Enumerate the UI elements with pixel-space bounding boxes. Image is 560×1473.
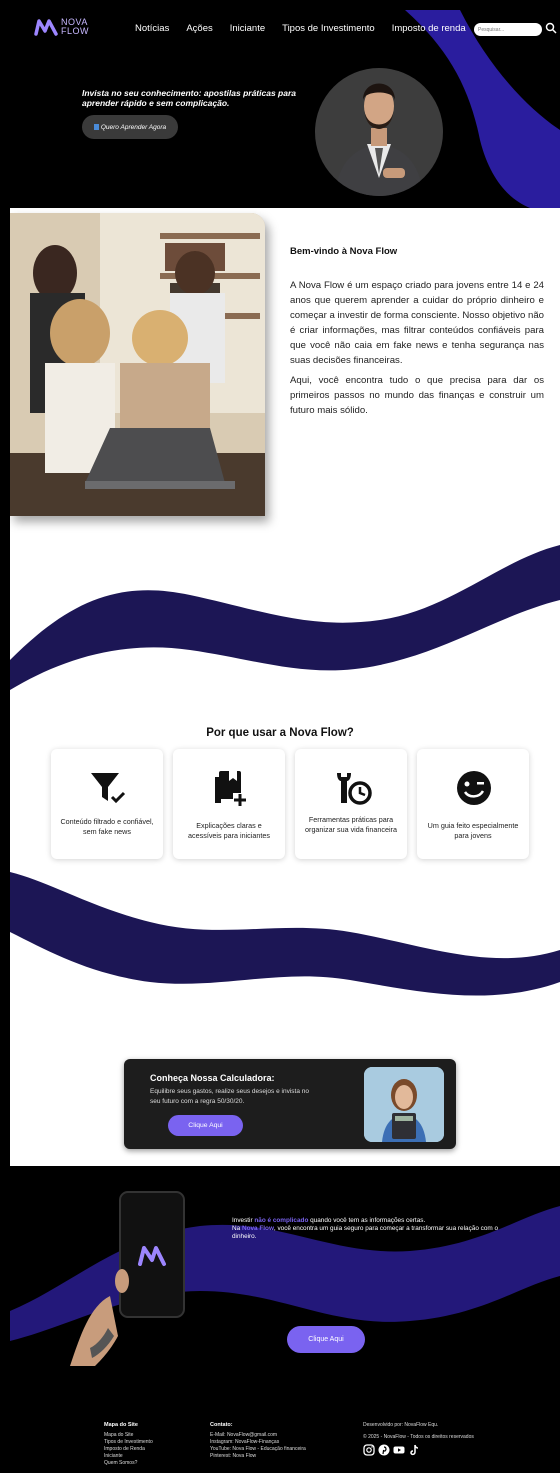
calculator-woman-image: [364, 1067, 444, 1142]
hero-portrait: [315, 68, 443, 196]
feature-card-text: Conteúdo filtrado e confiável, sem fake …: [60, 817, 154, 836]
nav-item-noticias[interactable]: Notícias: [135, 23, 169, 34]
calculator-cta-button[interactable]: Clique Aqui: [168, 1115, 243, 1136]
tiktok-icon[interactable]: [408, 1444, 420, 1456]
search-input[interactable]: [474, 23, 542, 36]
promo-text-part: Investir: [232, 1217, 255, 1224]
tool-clock-icon: [337, 773, 372, 805]
footer-contact-item[interactable]: YouTube: Nova Flow - Educação financeira: [210, 1446, 306, 1453]
feature-card-text: Ferramentas práticas para organizar sua …: [305, 815, 397, 834]
promo-text: Investir não é complicado quando você te…: [232, 1217, 502, 1241]
footer-contact-item[interactable]: Pinterest: Nova Flow: [210, 1453, 306, 1460]
feature-card-filtered: Conteúdo filtrado e confiável, sem fake …: [51, 749, 163, 859]
promo-text-part: Na: [232, 1225, 242, 1232]
logo-icon: [34, 19, 58, 36]
promo-footer-section: Investir não é complicado quando você te…: [10, 1166, 560, 1473]
businessman-image: [335, 83, 423, 196]
footer-link[interactable]: Quem Somos?: [104, 1460, 153, 1467]
feature-card-text: Explicações claras e acessíveis para ini…: [188, 821, 270, 840]
footer-link[interactable]: Mapa do Site: [104, 1432, 153, 1439]
hand-holding-phone-image: [70, 1191, 185, 1366]
footer-contact: Contato: E-Mail: NovaFlow@gmail.com Inst…: [210, 1422, 306, 1460]
book-add-icon: [215, 771, 247, 807]
feature-card-text: Um guia feito especialmente para jovens: [427, 821, 519, 840]
hero-cta-button[interactable]: Quero Aprender Agora: [82, 115, 178, 139]
why-title: Por que usar a Nova Flow?: [206, 727, 354, 739]
footer-link[interactable]: Iniciante: [104, 1453, 153, 1460]
calculator-banner: Conheça Nossa Calculadora: Equilibre seu…: [124, 1059, 456, 1149]
footer-contact-title: Contato:: [210, 1422, 233, 1428]
feature-card-explanations: Explicações claras e acessíveis para ini…: [173, 749, 285, 859]
promo-highlight: não é complicado: [254, 1217, 309, 1224]
nav-item-acoes[interactable]: Ações: [186, 23, 212, 34]
search-icon[interactable]: [545, 22, 557, 34]
footer-contact-item[interactable]: Instagram: NovaFlow-Finanças: [210, 1439, 306, 1446]
nav-item-tipos-investimento[interactable]: Tipos de Investimento: [282, 23, 375, 34]
decorative-wave-2: [10, 872, 560, 996]
nav-links: Notícias Ações Iniciante Tipos de Invest…: [135, 23, 483, 34]
nav-item-imposto-renda[interactable]: Imposto de renda: [392, 23, 466, 34]
welcome-paragraph-1: A Nova Flow é um espaço criado para jove…: [290, 280, 544, 366]
nav-item-iniciante[interactable]: Iniciante: [230, 23, 265, 34]
hero-headline: Invista no seu conhecimento: apostilas p…: [82, 88, 296, 108]
promo-cta-button[interactable]: Clique Aqui: [287, 1326, 365, 1353]
wink-face-icon: [457, 771, 491, 805]
instagram-icon[interactable]: [363, 1444, 375, 1456]
youtube-icon[interactable]: [393, 1444, 405, 1456]
calculator-title: Conheça Nossa Calculadora:: [150, 1073, 275, 1083]
logo[interactable]: NOVA FLOW: [34, 18, 89, 36]
footer-sitemap-title: Mapa do Site: [104, 1422, 138, 1428]
promo-text-part: quando você tem as informações certas.: [308, 1217, 426, 1224]
feature-card-tools: Ferramentas práticas para organizar sua …: [295, 749, 407, 859]
footer-socials: [363, 1444, 420, 1456]
brand-name-line2: FLOW: [61, 26, 89, 36]
promo-highlight: Nova Flow: [241, 1225, 274, 1232]
footer-contact-item[interactable]: E-Mail: NovaFlow@gmail.com: [210, 1432, 306, 1439]
pinterest-icon[interactable]: [378, 1444, 390, 1456]
feature-card-youth: Um guia feito especialmente para jovens: [417, 749, 529, 859]
book-icon: [93, 124, 99, 130]
decorative-wave-1: [10, 545, 560, 690]
hero-cta-label: Quero Aprender Agora: [100, 123, 167, 131]
footer-copyright: © 2025 - NovaFlow - Todos os direitos re…: [363, 1434, 474, 1440]
footer-credits-developer: Desenvolvido por: NovaFlow Equ.: [363, 1422, 439, 1428]
calculator-text: Equilibre seus gastos, realize seus dese…: [150, 1088, 309, 1105]
footer-sitemap: Mapa do Site Mapa do Site Tipos de Inves…: [104, 1422, 153, 1467]
filter-check-icon: [91, 773, 126, 804]
footer-link[interactable]: Imposto de Renda: [104, 1446, 153, 1453]
top-nav: NOVA FLOW Notícias Ações Iniciante Tipos…: [10, 10, 560, 50]
hero-section: NOVA FLOW Notícias Ações Iniciante Tipos…: [10, 10, 560, 208]
welcome-title: Bem-vindo à Nova Flow: [290, 246, 398, 257]
footer-credits: Desenvolvido por: NovaFlow Equ. © 2025 -…: [363, 1422, 474, 1441]
welcome-paragraph-2: Aqui, você encontra tudo o que precisa p…: [290, 375, 544, 416]
students-photo: [10, 213, 265, 516]
footer-link[interactable]: Tipos de Investimento: [104, 1439, 153, 1446]
